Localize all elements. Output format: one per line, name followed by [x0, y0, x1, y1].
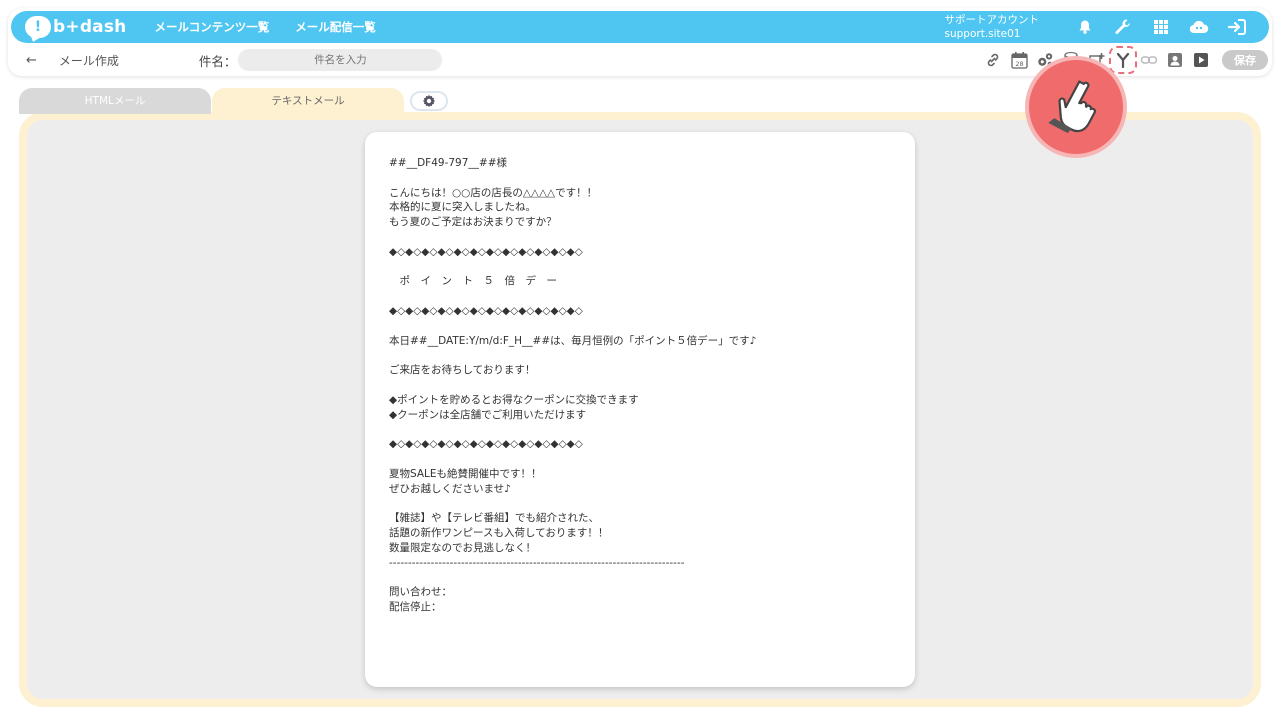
subject-label: 件名： — [198, 53, 237, 69]
logo-text: b+dash — [53, 17, 127, 37]
mail-line — [389, 260, 891, 275]
mail-line: ----------------------------------------… — [389, 556, 685, 569]
mail-line: ##__DF49-797__##様 — [389, 157, 508, 169]
mail-line — [389, 171, 891, 186]
mail-line: もう夏のご予定はお決まりですか？ — [389, 216, 557, 229]
logo-bubble-icon: ! — [25, 16, 51, 38]
gear-icon — [422, 94, 436, 108]
contact-icon[interactable] — [1166, 51, 1184, 69]
calendar-day: 28 — [1015, 60, 1023, 68]
mail-line — [389, 230, 891, 245]
logout-icon[interactable] — [1227, 17, 1247, 37]
mail-line: 本日##__DATE:Y/m/d:F_H__##は、毎月恒例の「ポイント５倍デー… — [389, 334, 757, 347]
tab-settings-button[interactable] — [410, 91, 448, 111]
branch-icon[interactable] — [1109, 46, 1137, 74]
header-icons — [1057, 17, 1247, 37]
mail-line: ◆◇◆◇◆◇◆◇◆◇◆◇◆◇◆◇◆◇◆◇◆◇◆◇ — [389, 438, 583, 451]
mail-line: 配信停止： — [389, 600, 442, 613]
cloud-icon[interactable] — [1189, 17, 1209, 37]
chain-icon[interactable] — [1140, 51, 1158, 69]
nav-mail-contents[interactable]: メールコンテンツ一覧 — [154, 19, 269, 35]
mail-line: 数量限定なのでお見逃しなく！ — [389, 541, 536, 554]
account-site: support.site01 — [944, 28, 1021, 40]
tab-text-mail[interactable]: テキストメール — [212, 88, 404, 114]
mail-line — [389, 496, 891, 511]
mail-line: ◆クーポンは全店舗でご利用いただけます — [389, 408, 587, 421]
mail-line: 話題の新作ワンピースも入荷しております！！ — [389, 526, 609, 539]
mail-line: ポ イ ン ト ５ 倍 デ ー — [389, 275, 557, 288]
account-info[interactable]: サポートアカウント support.site01 — [945, 13, 1040, 41]
mail-line: ◆◇◆◇◆◇◆◇◆◇◆◇◆◇◆◇◆◇◆◇◆◇◆◇ — [389, 304, 583, 317]
back-arrow-icon[interactable]: ← — [26, 53, 37, 68]
calendar-icon[interactable]: 28 — [1010, 51, 1028, 69]
mail-line — [389, 319, 891, 334]
play-icon[interactable] — [1192, 51, 1210, 69]
nav-mail-delivery[interactable]: メール配信一覧 — [295, 19, 376, 35]
mail-line: 問い合わせ： — [389, 586, 452, 599]
page-title: メール作成 — [50, 52, 127, 72]
mail-line: ◆ポイントを貯めるとお得なクーポンに交換できます — [389, 393, 639, 406]
top-navbar: ! b+dash メールコンテンツ一覧 メール配信一覧 サポートアカウント su… — [11, 11, 1269, 43]
bell-icon[interactable] — [1075, 17, 1095, 37]
account-name: サポートアカウント — [944, 14, 1040, 26]
save-button[interactable]: 保存 — [1222, 50, 1268, 70]
mail-line: ご来店をお待ちしております！ — [389, 364, 536, 377]
mail-line: 夏物SALEも絶賛開催中です！！ — [389, 467, 542, 480]
mail-body: ##__DF49-797__##様こんにちは！○○店の店長の△△△△です！！ 本格… — [389, 156, 891, 615]
mail-line: 【雑誌】や【テレビ番組】でも紹介された、 — [389, 512, 599, 525]
app-logo[interactable]: ! b+dash — [25, 16, 126, 38]
grid-icon[interactable] — [1151, 17, 1171, 37]
text-mail-editor[interactable]: ##__DF49-797__##様こんにちは！○○店の店長の△△△△です！！ 本格… — [365, 132, 915, 687]
pointer-hand-icon — [1029, 60, 1123, 154]
mail-line — [389, 348, 891, 363]
subject-input[interactable] — [238, 49, 443, 71]
mail-line — [389, 289, 891, 304]
link-icon[interactable] — [984, 51, 1002, 69]
mail-line — [389, 378, 891, 393]
mail-line: こんにちは！○○店の店長の△△△△です！！ — [389, 186, 598, 199]
wrench-icon[interactable] — [1113, 17, 1133, 37]
mail-line: ◆◇◆◇◆◇◆◇◆◇◆◇◆◇◆◇◆◇◆◇◆◇◆◇ — [389, 245, 583, 258]
mail-line: 本格的に夏に突入しましたね。 — [389, 201, 536, 214]
mail-line — [389, 452, 891, 467]
mail-line — [389, 570, 891, 585]
tab-html-mail[interactable]: HTMLメール — [19, 88, 211, 114]
main-nav: メールコンテンツ一覧 メール配信一覧 — [154, 19, 401, 35]
mail-line — [389, 422, 891, 437]
tool-icons: 28 保存 — [976, 46, 1268, 74]
mail-line: ぜひお越しくださいませ♪ — [389, 482, 511, 495]
